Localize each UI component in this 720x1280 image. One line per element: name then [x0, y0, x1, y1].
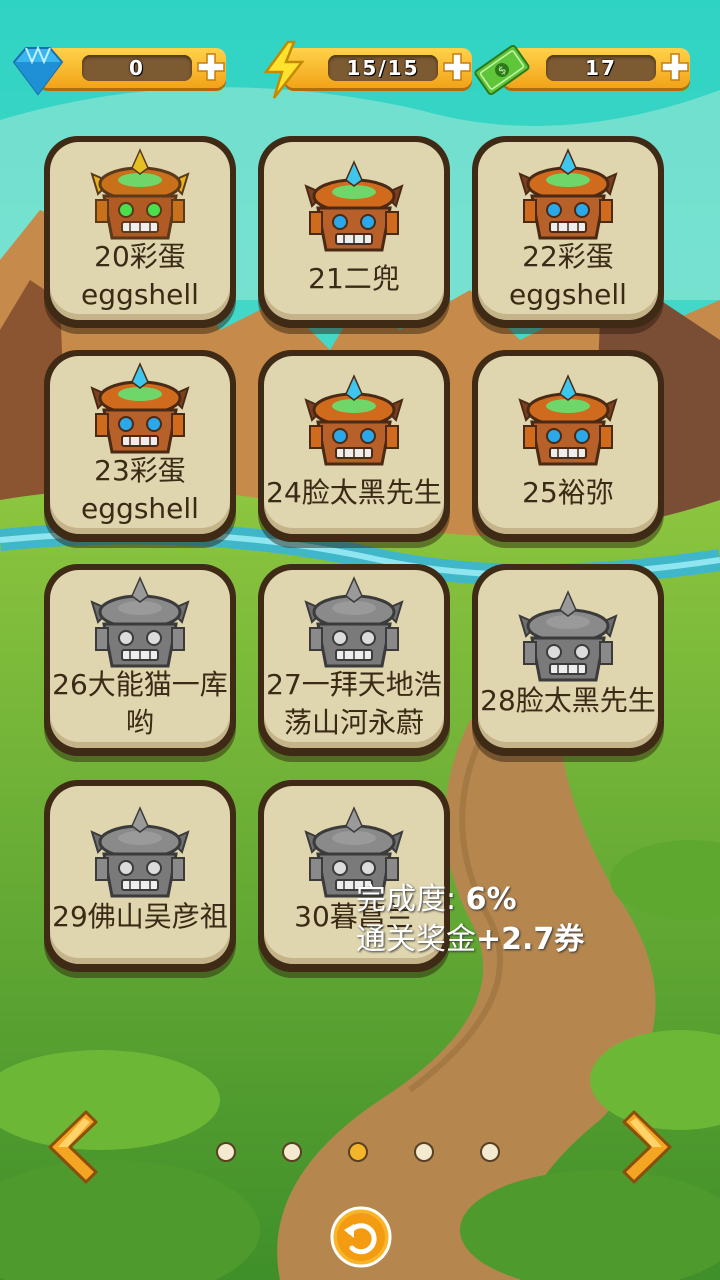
page-dot[interactable]: [414, 1142, 434, 1162]
completion-value: 6%: [465, 882, 517, 917]
level-card-23[interactable]: 23彩蛋 eggshell: [44, 350, 236, 542]
diamond-icon: [12, 45, 64, 96]
level-name-line2: eggshell: [509, 278, 627, 311]
reward-label: 通关奖金: [356, 922, 476, 957]
level-name: 23彩蛋: [94, 454, 186, 487]
level-card-22[interactable]: 22彩蛋 eggshell: [472, 136, 664, 328]
page-dot[interactable]: [348, 1142, 368, 1162]
next-page-button[interactable]: [618, 1106, 682, 1188]
tiki-mask-icon: [90, 362, 190, 454]
page-dot[interactable]: [480, 1142, 500, 1162]
money-icon: $: [474, 44, 530, 96]
level-card-26[interactable]: 26大能猫一库哟: [44, 564, 236, 756]
level-name-line2: 荡山河永蔚: [283, 706, 424, 739]
level-name: 24脸太黑先生: [266, 476, 442, 509]
progress-stats: 完成度: 6% 通关奖金+2.7券: [356, 880, 584, 960]
level-card-27[interactable]: 27一拜天地浩 荡山河永蔚: [258, 564, 450, 756]
add-gems-button[interactable]: [195, 51, 227, 83]
locked-tiki-mask-icon: [90, 806, 190, 898]
locked-tiki-mask-icon: [518, 590, 618, 682]
level-card-24[interactable]: 24脸太黑先生: [258, 350, 450, 542]
level-card-20[interactable]: 20彩蛋 eggshell: [44, 136, 236, 328]
level-name: 26大能猫一库: [52, 668, 228, 701]
level-name: 20彩蛋: [94, 240, 186, 273]
level-name: 28脸太黑先生: [480, 684, 656, 717]
reward-row: 通关奖金+2.7券: [356, 920, 584, 960]
level-card-29[interactable]: 29佛山吴彦祖: [44, 780, 236, 972]
reward-value: +2.7券: [476, 922, 585, 957]
level-name-line2: eggshell: [81, 492, 199, 525]
lightning-icon: [263, 40, 305, 99]
locked-tiki-mask-icon: [304, 576, 404, 668]
add-energy-button[interactable]: [441, 51, 473, 83]
gems-value: 0: [129, 56, 145, 80]
locked-tiki-mask-icon: [90, 576, 190, 668]
add-cash-button[interactable]: [659, 51, 691, 83]
level-name: 27一拜天地浩: [266, 668, 442, 701]
level-name: 22彩蛋: [522, 240, 614, 273]
cash-value: 17: [585, 56, 617, 80]
page-dot[interactable]: [282, 1142, 302, 1162]
tiki-mask-icon: [304, 374, 404, 466]
energy-value: 15/15: [346, 56, 420, 80]
prev-page-button[interactable]: [38, 1106, 102, 1188]
level-card-21[interactable]: 21二兜: [258, 136, 450, 328]
level-name: 29佛山吴彦祖: [52, 900, 228, 933]
level-card-25[interactable]: 25裕弥: [472, 350, 664, 542]
level-name: 25裕弥: [522, 476, 614, 509]
completion-label: 完成度:: [356, 882, 457, 917]
level-name: 21二兜: [308, 262, 400, 295]
level-name-line2: 哟: [125, 706, 154, 739]
page-dot[interactable]: [216, 1142, 236, 1162]
return-button[interactable]: [330, 1206, 392, 1268]
completion-row: 完成度: 6%: [356, 880, 584, 920]
tiki-mask-icon: [518, 374, 618, 466]
level-card-28[interactable]: 28脸太黑先生: [472, 564, 664, 756]
tiki-mask-icon: [90, 148, 190, 240]
level-name-line2: eggshell: [81, 278, 199, 311]
tiki-mask-icon: [304, 160, 404, 252]
tiki-mask-icon: [518, 148, 618, 240]
